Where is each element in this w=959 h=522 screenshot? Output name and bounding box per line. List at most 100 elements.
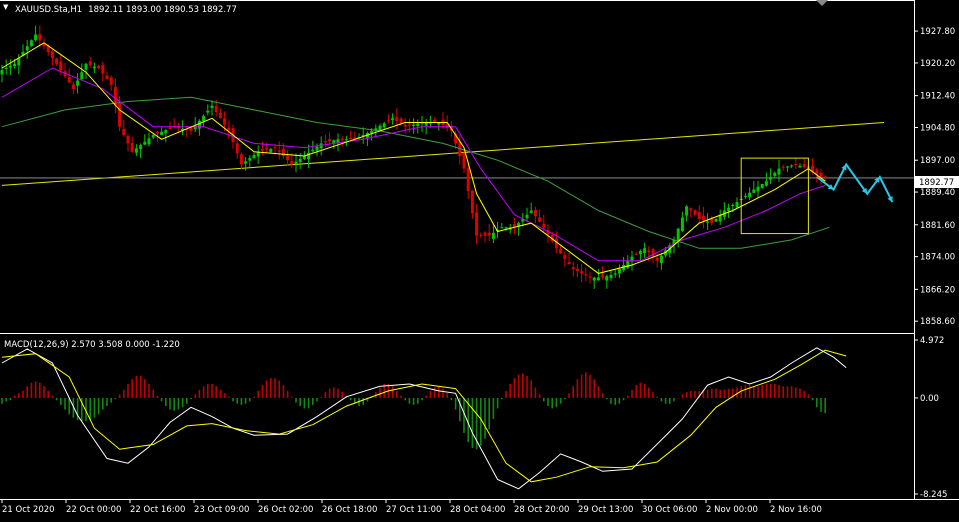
macd-histogram-bar: [320, 396, 322, 398]
macd-histogram-bar: [421, 397, 423, 401]
candle-body: [189, 127, 193, 131]
macd-plot: [1, 347, 847, 490]
macd-tick-label: 4.972: [920, 336, 944, 346]
price-tick-label: 1904.80: [920, 124, 955, 134]
macd-histogram-bar: [694, 390, 696, 398]
macd-histogram-bar: [769, 383, 772, 398]
macd-histogram-bar: [765, 383, 768, 398]
candle-body: [155, 131, 159, 134]
candle-body: [533, 209, 537, 217]
macd-histogram-bar: [576, 379, 579, 398]
candle-body: [265, 147, 269, 150]
macd-histogram-bar: [622, 397, 625, 401]
candle-body: [311, 149, 315, 152]
candle-body: [218, 112, 222, 119]
candle-body: [130, 143, 134, 152]
macd-histogram-bar: [349, 397, 352, 401]
candle-body: [252, 154, 256, 159]
macd-histogram-bar: [412, 397, 415, 405]
candle-body: [504, 227, 508, 229]
macd-histogram-bar: [715, 388, 717, 398]
candle-body: [588, 276, 592, 278]
candle-body: [403, 124, 407, 127]
macd-histogram-bar: [240, 397, 243, 405]
candle-body: [286, 155, 290, 161]
macd-histogram-bar: [114, 397, 117, 400]
macd-histogram-bar: [706, 389, 709, 398]
candle-body: [580, 271, 584, 274]
analysis-rectangle[interactable]: [740, 157, 809, 235]
candle-body: [794, 163, 798, 165]
macd-histogram-bar: [211, 383, 213, 398]
time-tick-label: 27 Oct 11:00: [386, 505, 441, 515]
candle-body: [168, 128, 172, 130]
macd-histogram-bar: [97, 397, 100, 415]
time-axis: 21 Oct 2020 22 Oct 00:00 22 Oct 16:00 23 Oc…: [1, 499, 822, 515]
macd-histogram-bar: [64, 397, 66, 410]
candle-body: [340, 139, 344, 141]
macd-histogram-bar: [492, 397, 495, 419]
macd-histogram-bar: [186, 397, 188, 404]
macd-histogram-bar: [635, 385, 637, 398]
macd-histogram-bar: [1, 397, 3, 404]
ohlc-values: 1892.11 1893.00 1890.53 1892.77: [88, 5, 237, 15]
macd-histogram-bar: [673, 397, 675, 402]
macd-histogram-bar: [110, 397, 112, 403]
candle-body: [727, 207, 731, 212]
candle-body: [697, 212, 701, 219]
macd-histogram-bar: [181, 397, 184, 408]
macd-histogram-bar: [102, 397, 104, 410]
time-tick-label: 28 Oct 04:00: [450, 505, 505, 515]
candle-body: [281, 148, 285, 157]
price-tick-label: 1912.40: [920, 92, 955, 102]
macd-histogram-bar: [450, 397, 453, 401]
macd-histogram-bar: [748, 385, 751, 398]
macd-histogram-bar: [265, 380, 268, 398]
macd-histogram-bar: [522, 373, 524, 398]
macd-histogram-bar: [639, 382, 642, 398]
price-chart[interactable]: 1927.80 1920.20 1912.40 1904.80 1897.00 1889.…: [0, 0, 959, 518]
macd-histogram-bar: [144, 379, 146, 398]
candle-body: [592, 277, 596, 281]
macd-histogram-bar: [299, 397, 301, 407]
macd-histogram-bar: [782, 386, 784, 398]
macd-histogram-bar: [744, 385, 747, 398]
candle-body: [92, 66, 96, 69]
macd-histogram-bar: [68, 397, 70, 415]
candle-body: [760, 183, 764, 189]
trendline[interactable]: [1, 121, 885, 186]
candle-body: [706, 221, 710, 223]
macd-histogram-bar: [244, 397, 247, 404]
macd-histogram-bar: [547, 397, 549, 407]
candle-body: [109, 77, 113, 85]
candle-body: [298, 158, 302, 162]
candle-body: [38, 34, 42, 41]
candle-body: [752, 189, 756, 193]
macd-histogram-bar: [169, 397, 171, 410]
macd-histogram-bar: [774, 383, 776, 398]
macd-line: [1, 347, 847, 490]
macd-histogram-bar: [131, 379, 133, 398]
macd-histogram-bar: [127, 383, 129, 398]
candle-body: [764, 181, 768, 186]
macd-histogram-bar: [627, 395, 629, 398]
macd-histogram-bar: [333, 387, 335, 398]
candle-body: [269, 148, 273, 153]
macd-histogram-bar: [551, 397, 553, 409]
candle-body: [210, 105, 214, 109]
current-price-label: 1892.77: [919, 178, 954, 188]
chart-symbol-header: XAUUSD.Sta,H1 1892.11 1893.00 1890.53 189…: [15, 5, 237, 15]
macd-histogram-bar: [685, 392, 688, 398]
candle-body: [235, 143, 239, 154]
macd-histogram-bar: [253, 396, 255, 398]
scroll-marker-icon[interactable]: [816, 0, 828, 6]
macd-histogram-bar: [9, 397, 12, 401]
candle-body: [260, 148, 264, 151]
macd-histogram-bar: [606, 397, 608, 400]
macd-histogram-bar: [614, 397, 616, 405]
chart-menu-triangle-icon[interactable]: ▼: [3, 3, 12, 12]
price-tick-label: 1858.60: [920, 317, 955, 327]
candle-body: [609, 274, 613, 279]
macd-histogram-bar: [454, 397, 457, 410]
time-tick-label: 29 Oct 13:00: [578, 505, 633, 515]
